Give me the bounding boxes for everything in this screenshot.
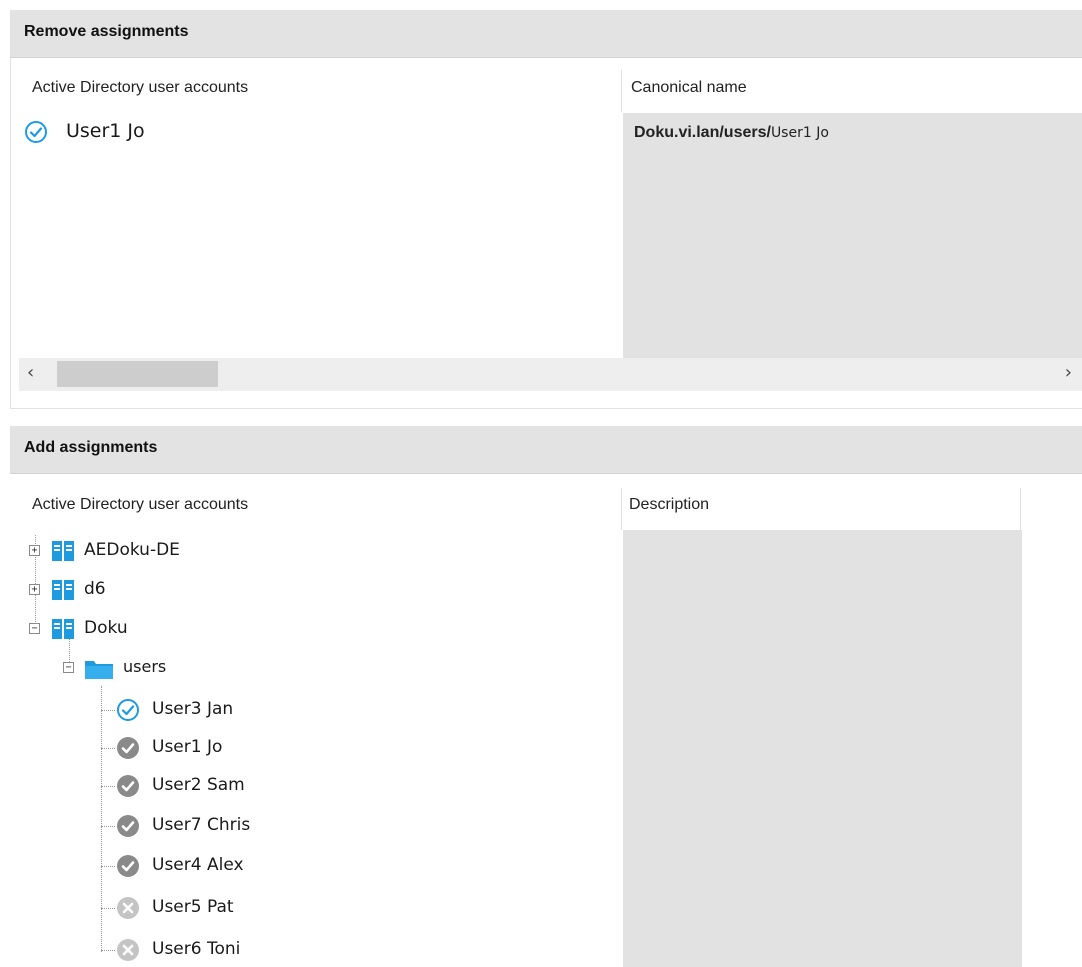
domain-icon: [52, 541, 74, 561]
remove-row-user-label: User1 Jo: [66, 120, 145, 142]
tree-line: [101, 826, 115, 827]
tree-node-aedoku-de[interactable]: + AEDoku-DE: [29, 538, 229, 564]
expand-icon[interactable]: +: [29, 545, 40, 556]
tree-node-label: User2 Sam: [152, 775, 245, 795]
remove-row-canonical-name: Doku.vi.lan/users/User1 Jo: [634, 124, 829, 142]
tree-line: [101, 710, 115, 711]
grey-check-icon: [117, 855, 139, 877]
tree-node-users[interactable]: − users: [63, 655, 263, 681]
tree-user-user3-jan[interactable]: User3 Jan: [116, 697, 316, 723]
add-col-accounts-header[interactable]: Active Directory user accounts: [32, 496, 248, 514]
tree-line: [101, 866, 115, 867]
tree-user-user6-toni[interactable]: User6 Toni: [116, 937, 316, 963]
scrollbar-thumb[interactable]: [57, 361, 218, 387]
expand-icon[interactable]: +: [29, 584, 40, 595]
remove-row-user1-jo[interactable]: User1 Jo: [24, 118, 614, 146]
tree-node-d6[interactable]: + d6: [29, 577, 229, 603]
column-divider[interactable]: [621, 488, 622, 530]
canonical-user-name: User1 Jo: [770, 125, 829, 141]
column-divider: [1020, 488, 1021, 530]
tree-user-user4-alex[interactable]: User4 Alex: [116, 853, 316, 879]
folder-icon: [85, 661, 113, 679]
collapse-icon[interactable]: −: [29, 623, 40, 634]
collapse-icon[interactable]: −: [63, 662, 74, 673]
checked-circle-icon: [25, 121, 47, 143]
remove-assignments-header: Remove assignments: [10, 10, 1082, 58]
checked-circle-icon: [117, 699, 139, 721]
tree-line: [101, 686, 102, 952]
canonical-path: Doku.vi.lan/users/: [634, 124, 771, 141]
tree-node-label: User3 Jan: [152, 699, 234, 719]
tree-line: [101, 908, 115, 909]
add-col-description-header[interactable]: Description: [629, 496, 709, 514]
description-column: [623, 530, 1022, 967]
remove-col-accounts-header[interactable]: Active Directory user accounts: [32, 79, 248, 97]
tree-user-user5-pat[interactable]: User5 Pat: [116, 895, 316, 921]
tree-node-label: Doku: [84, 618, 128, 638]
tree-user-user1-jo[interactable]: User1 Jo: [116, 735, 316, 761]
tree-node-label: AEDoku-DE: [84, 540, 180, 560]
grey-cross-icon: [117, 939, 139, 961]
grey-check-icon: [117, 815, 139, 837]
scroll-right-arrow-icon[interactable]: ›: [1065, 362, 1072, 383]
tree-node-label: User6 Toni: [152, 939, 241, 959]
remove-col-canonical-header[interactable]: Canonical name: [631, 79, 747, 97]
tree-node-label: d6: [84, 579, 106, 599]
scroll-left-arrow-icon[interactable]: ‹: [27, 362, 34, 383]
tree-line: [101, 748, 115, 749]
remove-assignments-title: Remove assignments: [24, 23, 189, 40]
tree-node-label: users: [123, 657, 167, 676]
grey-check-icon: [117, 737, 139, 759]
tree-node-doku[interactable]: − Doku: [29, 616, 229, 642]
tree-node-label: User4 Alex: [152, 855, 244, 875]
add-assignments-title: Add assignments: [24, 439, 158, 456]
tree-node-label: User5 Pat: [152, 897, 234, 917]
grey-check-icon: [117, 775, 139, 797]
grey-cross-icon: [117, 897, 139, 919]
tree-line: [101, 786, 115, 787]
tree-line: [101, 950, 115, 951]
tree-node-label: User1 Jo: [152, 737, 223, 757]
domain-icon: [52, 580, 74, 600]
add-assignments-header: Add assignments: [10, 426, 1082, 474]
tree-user-user2-sam[interactable]: User2 Sam: [116, 773, 316, 799]
tree-user-user7-chris[interactable]: User7 Chris: [116, 813, 316, 839]
tree-node-label: User7 Chris: [152, 815, 251, 835]
canonical-name-column: [623, 113, 1082, 358]
domain-icon: [52, 619, 74, 639]
column-divider[interactable]: [621, 70, 622, 112]
horizontal-scrollbar[interactable]: ‹ ›: [19, 358, 1082, 391]
